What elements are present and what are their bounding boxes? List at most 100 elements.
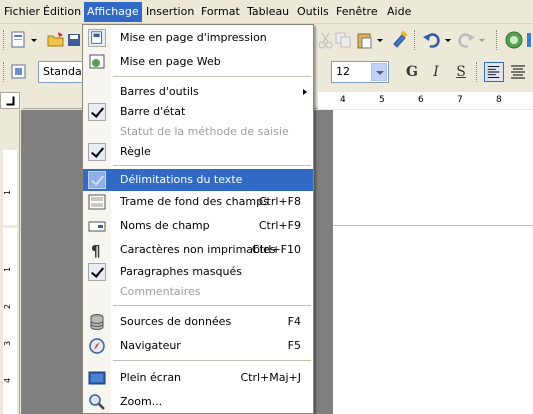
field-names-icon xyxy=(88,221,106,232)
menu-item-label: Commentaires xyxy=(120,285,201,298)
toolbar-grip[interactable] xyxy=(3,62,6,82)
menu-affichage[interactable]: Affichage xyxy=(84,2,142,22)
menu-item-shortcut: Ctrl+F10 xyxy=(251,243,301,256)
toolbar-grip[interactable] xyxy=(3,30,6,50)
menu-item-nonprinting-chars[interactable]: ¶ Caractères non imprimables Ctrl+F10 xyxy=(83,239,313,261)
menu-item-data-sources[interactable]: Sources de données F4 xyxy=(83,311,313,333)
menu-item-web-layout[interactable]: Mise en page Web xyxy=(83,51,313,73)
italic-button[interactable]: I xyxy=(426,62,446,82)
document-page[interactable] xyxy=(333,110,533,414)
menu-item-label: Barres d'outils xyxy=(120,85,199,98)
new-document-icon[interactable] xyxy=(9,30,29,50)
tab-stop-selector[interactable] xyxy=(0,92,20,109)
menu-item-label: Noms de champ xyxy=(120,219,210,232)
font-size-combo[interactable]: 12 xyxy=(331,61,389,83)
save-icon[interactable] xyxy=(67,30,81,50)
menu-aide[interactable]: Aide xyxy=(384,2,414,22)
menu-item-label: Plein écran xyxy=(120,371,182,384)
menu-item-navigator[interactable]: Navigateur F5 xyxy=(83,335,313,357)
more-icon[interactable] xyxy=(526,30,533,50)
menu-item-input-method-status: Statut de la méthode de saisie xyxy=(83,121,313,143)
print-layout-icon xyxy=(88,29,106,47)
navigator-globe-icon[interactable] xyxy=(504,30,524,50)
undo-icon[interactable] xyxy=(422,30,442,50)
chevron-down-icon[interactable] xyxy=(444,30,452,50)
clone-formatting-icon[interactable] xyxy=(390,30,410,50)
menu-item-hidden-paragraphs[interactable]: Paragraphes masqués xyxy=(83,261,313,283)
paragraph-style-combo[interactable]: Standard xyxy=(38,61,93,83)
menu-item-shortcut: Ctrl+Maj+J xyxy=(240,371,301,384)
affichage-menu: Mise en page d'impression Mise en page W… xyxy=(82,24,314,414)
styles-icon[interactable] xyxy=(9,62,29,82)
bold-button[interactable]: G xyxy=(402,62,422,82)
menu-item-label: Règle xyxy=(120,145,151,158)
ruler-tick-label: 1 xyxy=(3,189,13,196)
menu-insertion[interactable]: Insertion xyxy=(143,2,197,22)
ruler-tick-label: 5 xyxy=(379,95,385,105)
ruler-tick-label: 8 xyxy=(496,95,502,105)
align-center-icon[interactable] xyxy=(508,62,528,82)
menu-item-label: Mise en page Web xyxy=(120,55,221,68)
toolbar-grip[interactable] xyxy=(476,62,479,82)
ruler-tick-label: 4 xyxy=(340,95,346,105)
vertical-ruler[interactable]: 1 1 2 3 4 xyxy=(0,110,20,414)
ruler-tick-label: 2 xyxy=(3,303,13,310)
pilcrow-icon: ¶ xyxy=(91,242,101,259)
redo-icon[interactable] xyxy=(456,30,476,50)
checkmark-icon xyxy=(88,103,106,121)
copy-icon[interactable] xyxy=(333,30,353,50)
menu-item-shortcut: Ctrl+F9 xyxy=(258,219,301,232)
menu-item-shortcut: Ctrl+F8 xyxy=(258,195,301,208)
align-left-icon[interactable] xyxy=(484,62,504,82)
menu-item-label: Statut de la méthode de saisie xyxy=(120,125,289,138)
menu-item-status-bar[interactable]: Barre d'état xyxy=(83,101,313,123)
menu-format[interactable]: Format xyxy=(198,2,243,22)
ruler-tick-label: 3 xyxy=(3,340,13,347)
menu-item-fullscreen[interactable]: Plein écran Ctrl+Maj+J xyxy=(83,367,313,389)
menu-separator xyxy=(113,360,311,361)
web-layout-icon xyxy=(89,54,105,69)
menu-item-label: Sources de données xyxy=(120,315,232,328)
menu-fenetre[interactable]: Fenêtre xyxy=(333,2,381,22)
menu-tableau[interactable]: Tableau xyxy=(244,2,292,22)
menu-separator xyxy=(113,76,311,77)
svg-text:¶: ¶ xyxy=(91,242,101,259)
fullscreen-icon xyxy=(88,371,106,385)
chevron-down-icon[interactable] xyxy=(376,30,384,50)
paste-icon[interactable] xyxy=(355,30,375,50)
menu-item-zoom[interactable]: Zoom... xyxy=(83,391,313,413)
ruler-tick-label: 7 xyxy=(457,95,463,105)
ruler-tick-label: 6 xyxy=(418,95,424,105)
ruler-white-area xyxy=(3,150,17,225)
menu-edition[interactable]: Édition xyxy=(40,2,84,22)
menu-item-comments: Commentaires xyxy=(83,281,313,303)
menu-item-label: Mise en page d'impression xyxy=(120,31,267,44)
menu-item-label: Paragraphes masqués xyxy=(120,265,242,278)
checkmark-icon xyxy=(88,171,106,189)
menu-fichier[interactable]: Fichier xyxy=(1,2,43,22)
ruler-white-area xyxy=(3,228,17,414)
underline-button[interactable]: S xyxy=(451,62,471,82)
chevron-down-icon[interactable] xyxy=(30,30,38,50)
menu-item-field-shading[interactable]: Trame de fond des champs Ctrl+F8 xyxy=(83,191,313,213)
ruler-tick-label: 4 xyxy=(3,377,13,384)
menu-item-label: Trame de fond des champs xyxy=(120,195,269,208)
text-boundary-line xyxy=(333,225,533,226)
menu-item-ruler[interactable]: Règle xyxy=(83,141,313,163)
open-folder-icon[interactable] xyxy=(46,30,66,50)
toolbar-grip[interactable] xyxy=(414,30,417,50)
menu-item-text-boundaries[interactable]: Délimitations du texte xyxy=(83,169,313,191)
menu-item-toolbars[interactable]: Barres d'outils xyxy=(83,81,313,103)
menu-item-label: Délimitations du texte xyxy=(120,173,243,186)
dropdown-arrow-icon[interactable] xyxy=(371,63,387,81)
menu-outils[interactable]: Outils xyxy=(294,2,332,22)
chevron-down-icon[interactable] xyxy=(478,30,486,50)
submenu-arrow-icon xyxy=(303,89,307,95)
menu-item-field-names[interactable]: Noms de champ Ctrl+F9 xyxy=(83,215,313,237)
ruler-tick-label: 1 xyxy=(3,266,13,273)
menu-separator xyxy=(113,305,311,306)
navigator-icon xyxy=(89,338,105,354)
toolbar-grip[interactable] xyxy=(496,30,499,50)
menu-item-print-layout[interactable]: Mise en page d'impression xyxy=(83,27,313,49)
checkmark-icon xyxy=(88,143,106,161)
